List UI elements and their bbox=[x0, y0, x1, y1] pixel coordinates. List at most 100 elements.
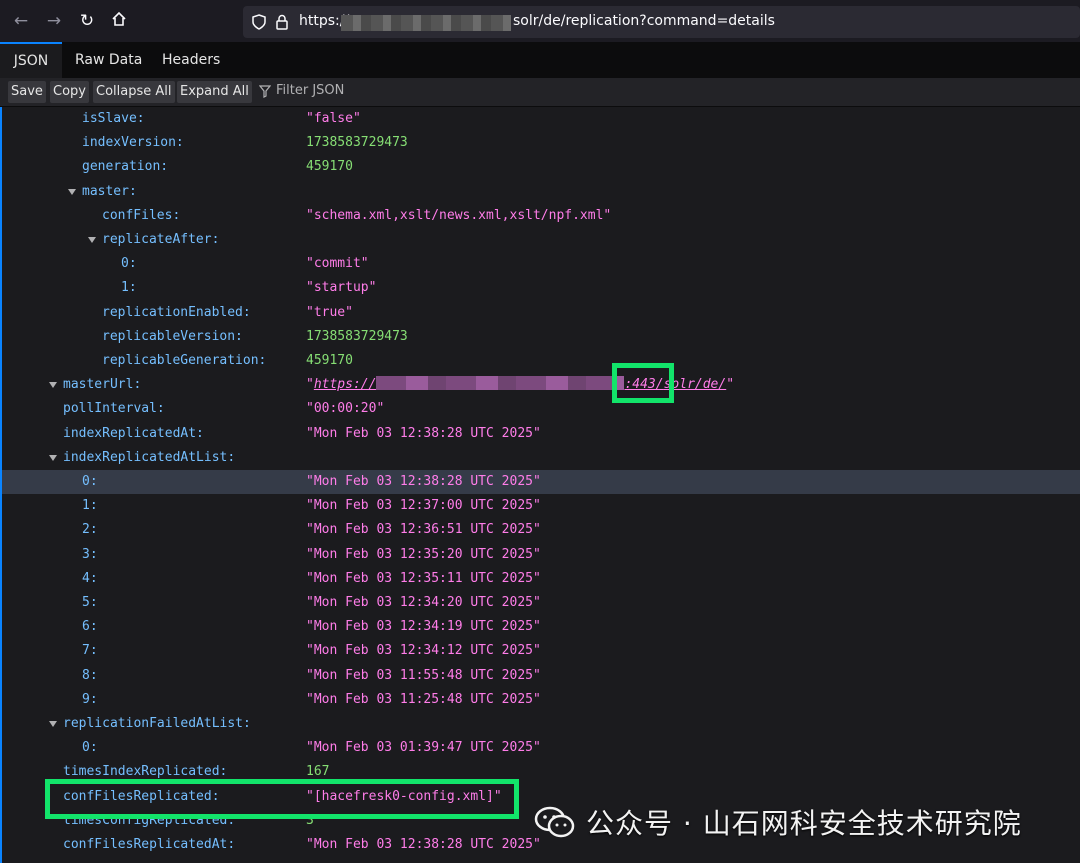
json-row[interactable]: 1: "startup" bbox=[2, 276, 1080, 300]
json-value: "false" bbox=[306, 111, 361, 126]
watermark: 公众号 · 山石网科安全技术研究院 bbox=[534, 800, 1022, 844]
json-row[interactable]: 7: "Mon Feb 03 12:34:12 UTC 2025" bbox=[2, 639, 1080, 663]
expand-twisty-icon[interactable] bbox=[49, 454, 57, 461]
filter-json-input[interactable]: Filter JSON bbox=[276, 83, 344, 98]
json-row[interactable]: indexVersion: 1738583729473 bbox=[2, 131, 1080, 155]
json-value: "Mon Feb 03 12:37:00 UTC 2025" bbox=[306, 498, 541, 514]
json-key: pollInterval: bbox=[63, 401, 165, 417]
json-row[interactable]: 3: "Mon Feb 03 12:35:20 UTC 2025" bbox=[2, 543, 1080, 567]
json-row[interactable]: isSlave: "false" bbox=[2, 107, 1080, 131]
json-value: "00:00:20" bbox=[306, 401, 385, 417]
json-value: "commit" bbox=[306, 256, 369, 272]
json-value: "Mon Feb 03 12:34:20 UTC 2025" bbox=[306, 595, 541, 610]
json-key: masterUrl: bbox=[63, 377, 142, 393]
json-row[interactable]: 8: "Mon Feb 03 11:55:48 UTC 2025" bbox=[2, 664, 1080, 688]
lock-icon[interactable] bbox=[275, 14, 289, 30]
home-icon[interactable] bbox=[109, 11, 129, 31]
json-key: master: bbox=[82, 183, 137, 199]
json-row[interactable]: 4: "Mon Feb 03 12:35:11 UTC 2025" bbox=[2, 567, 1080, 591]
json-key: replicableGeneration: bbox=[102, 353, 267, 368]
browser-toolbar: ← → ↻ https:// solr/de/replication?comma… bbox=[0, 0, 1080, 43]
json-toolbar: Save Copy Collapse All Expand All Filter… bbox=[0, 78, 1080, 107]
json-tree: isSlave: "false" indexVersion: 173858372947… bbox=[0, 107, 1080, 863]
json-key: 0: bbox=[121, 256, 137, 272]
json-row[interactable]: 0: "Mon Feb 03 12:38:28 UTC 2025" bbox=[2, 470, 1080, 494]
json-value: "Mon Feb 03 01:39:47 UTC 2025" bbox=[306, 740, 541, 756]
json-key: indexVersion: bbox=[82, 135, 184, 151]
json-value: "Mon Feb 03 12:38:28 UTC 2025" bbox=[306, 474, 541, 489]
tab-json[interactable]: JSON bbox=[0, 42, 62, 78]
json-row[interactable]: replicationEnabled: "true" bbox=[2, 301, 1080, 325]
address-bar[interactable]: https:// solr/de/replication?command=det… bbox=[243, 6, 1080, 38]
json-value: 1738583729473 bbox=[306, 328, 408, 344]
tab-headers[interactable]: Headers bbox=[162, 42, 220, 78]
json-row[interactable]: 0: "commit" bbox=[2, 252, 1080, 276]
redacted-host bbox=[376, 376, 625, 391]
json-row[interactable]: replicationFailedAtList: bbox=[2, 712, 1080, 736]
json-key: indexReplicatedAt: bbox=[63, 425, 204, 441]
json-row[interactable]: 5: "Mon Feb 03 12:34:20 UTC 2025" bbox=[2, 591, 1080, 615]
wechat-logo-icon bbox=[534, 806, 575, 838]
url-path: solr/de/replication?command=details bbox=[513, 13, 775, 29]
redacted-host bbox=[341, 15, 511, 31]
json-value: "Mon Feb 03 12:35:11 UTC 2025" bbox=[306, 570, 541, 586]
filter-icon bbox=[259, 85, 271, 98]
json-key: isSlave: bbox=[82, 111, 145, 126]
back-arrow-icon[interactable]: ← bbox=[11, 11, 31, 31]
json-row[interactable]: 1: "Mon Feb 03 12:37:00 UTC 2025" bbox=[2, 494, 1080, 518]
expand-twisty-icon[interactable] bbox=[49, 721, 57, 727]
json-row[interactable]: indexReplicatedAtList: bbox=[2, 446, 1080, 470]
json-row[interactable]: indexReplicatedAt: "Mon Feb 03 12:38:28 U… bbox=[2, 422, 1080, 446]
json-value: "startup" bbox=[306, 280, 377, 296]
json-row[interactable]: replicableVersion: 1738583729473 bbox=[2, 325, 1080, 349]
json-row[interactable]: generation: 459170 bbox=[2, 155, 1080, 179]
json-row[interactable]: 6: "Mon Feb 03 12:34:19 UTC 2025" bbox=[2, 615, 1080, 639]
json-value: 1738583729473 bbox=[306, 135, 408, 151]
watermark-text: 公众号 · 山石网科安全技术研究院 bbox=[586, 807, 1022, 840]
expand-twisty-icon[interactable] bbox=[68, 188, 76, 195]
json-value: "true" bbox=[306, 304, 353, 320]
json-key: 1: bbox=[82, 498, 98, 514]
json-key: replicableVersion: bbox=[102, 328, 243, 344]
json-key: replicateAfter: bbox=[102, 232, 220, 247]
expand-all-button[interactable]: Expand All bbox=[177, 81, 252, 103]
save-button[interactable]: Save bbox=[8, 81, 46, 103]
port-highlight-box bbox=[612, 363, 674, 403]
json-value: "Mon Feb 03 12:34:19 UTC 2025" bbox=[306, 619, 541, 635]
copy-button[interactable]: Copy bbox=[50, 81, 89, 103]
shield-icon[interactable] bbox=[252, 14, 266, 30]
json-key: replicationFailedAtList: bbox=[63, 716, 251, 731]
json-value: "Mon Feb 03 11:55:48 UTC 2025" bbox=[306, 667, 541, 683]
json-row[interactable]: confFiles: "schema.xml,xslt/news.xml,xslt… bbox=[2, 204, 1080, 228]
json-key: confFilesReplicatedAt: bbox=[63, 837, 236, 852]
json-row[interactable]: 9: "Mon Feb 03 11:25:48 UTC 2025" bbox=[2, 688, 1080, 712]
json-value: "Mon Feb 03 12:34:12 UTC 2025" bbox=[306, 643, 541, 659]
json-value: "schema.xml,xslt/news.xml,xslt/npf.xml" bbox=[306, 207, 612, 223]
json-value: "Mon Feb 03 11:25:48 UTC 2025" bbox=[306, 691, 541, 707]
json-key: indexReplicatedAtList: bbox=[63, 449, 236, 465]
expand-twisty-icon[interactable] bbox=[88, 237, 96, 243]
json-key: 7: bbox=[82, 643, 98, 659]
json-row[interactable]: replicableGeneration: 459170 bbox=[2, 349, 1080, 373]
json-row[interactable]: pollInterval: "00:00:20" bbox=[2, 397, 1080, 421]
reload-icon[interactable]: ↻ bbox=[77, 11, 97, 31]
collapse-all-button[interactable]: Collapse All bbox=[93, 81, 175, 103]
json-key: 0: bbox=[82, 474, 98, 489]
json-value: "Mon Feb 03 12:38:28 UTC 2025" bbox=[306, 425, 541, 441]
forward-arrow-icon[interactable]: → bbox=[44, 11, 64, 31]
json-value: "Mon Feb 03 12:35:20 UTC 2025" bbox=[306, 546, 541, 562]
json-key: 4: bbox=[82, 570, 98, 586]
expand-twisty-icon[interactable] bbox=[49, 382, 57, 389]
json-key: 6: bbox=[82, 619, 98, 635]
json-row[interactable]: masterUrl: "https://:443/solr/de/" bbox=[2, 373, 1080, 397]
tab-raw-data[interactable]: Raw Data bbox=[75, 42, 142, 78]
json-row[interactable]: 2: "Mon Feb 03 12:36:51 UTC 2025" bbox=[2, 518, 1080, 542]
url-scheme: https:// bbox=[313, 377, 377, 393]
json-row[interactable]: master: bbox=[2, 180, 1080, 204]
json-key: 8: bbox=[82, 667, 98, 683]
json-key: 1: bbox=[121, 280, 137, 296]
json-key: 2: bbox=[82, 522, 98, 538]
json-row[interactable]: replicateAfter: bbox=[2, 228, 1080, 252]
json-row[interactable]: 0: "Mon Feb 03 01:39:47 UTC 2025" bbox=[2, 736, 1080, 760]
json-key: confFiles: bbox=[102, 207, 181, 223]
